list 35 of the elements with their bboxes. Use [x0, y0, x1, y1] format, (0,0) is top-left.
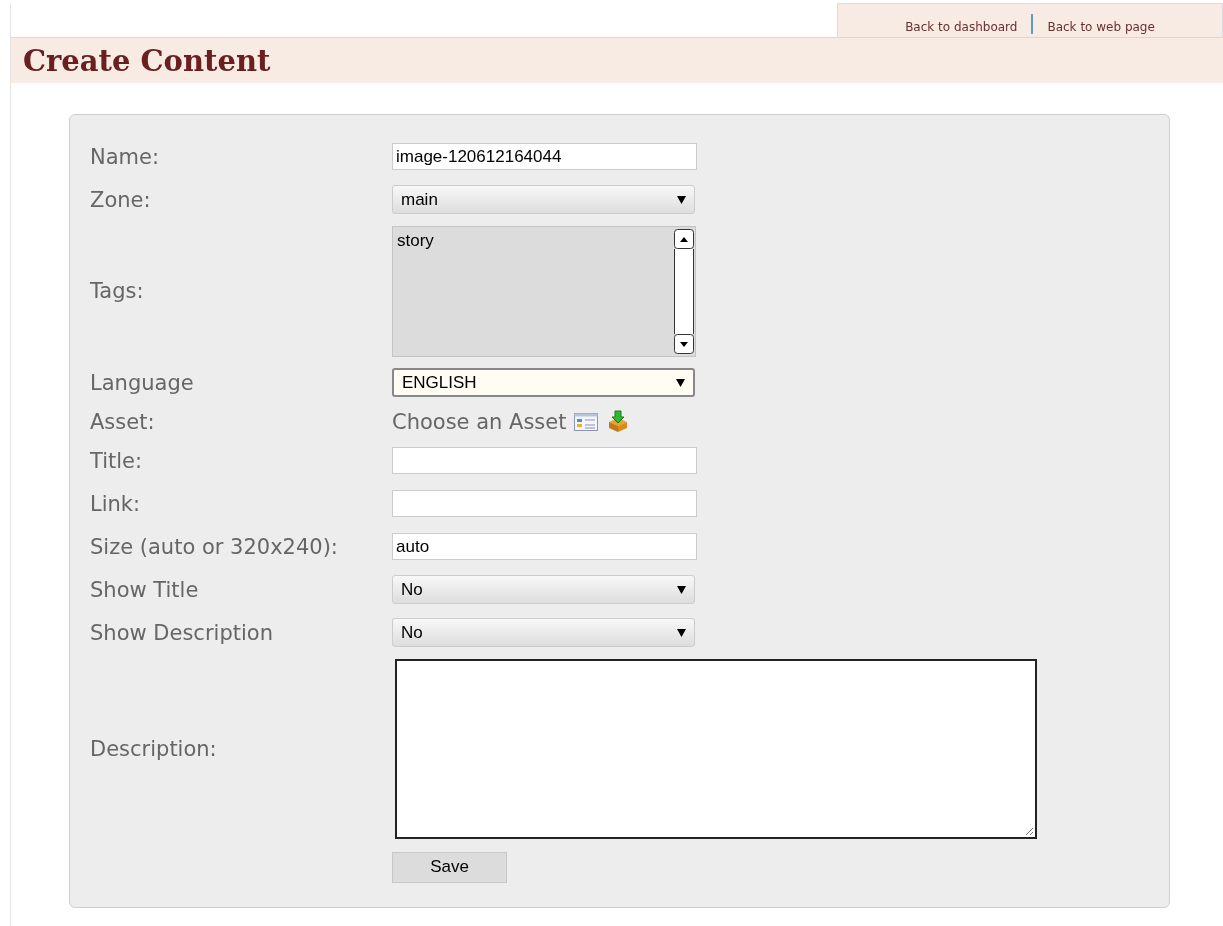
page-title: Create Content [23, 43, 271, 78]
scroll-up-icon[interactable] [674, 228, 694, 249]
field-label: Show Description [90, 620, 274, 645]
caret-icon [677, 195, 686, 204]
save-button[interactable]: Save [392, 851, 507, 883]
scroll-down-icon[interactable] [674, 333, 694, 354]
list-view-icon[interactable] [574, 412, 599, 431]
nav-link[interactable]: Back to dashboard [905, 20, 1018, 34]
field-label: Description: [90, 737, 218, 761]
caret-icon [676, 378, 685, 387]
dropdown[interactable]: main [392, 185, 695, 214]
tags-listbox[interactable]: story [392, 225, 696, 357]
field-label: Zone: [90, 187, 152, 212]
resize-grip-icon[interactable] [1024, 826, 1034, 836]
field-label: Language [90, 370, 195, 395]
caret-icon [677, 628, 686, 637]
field-label: Asset: [90, 409, 156, 434]
field-label: Link: [90, 491, 142, 516]
text-field[interactable]: auto [392, 533, 697, 560]
field-label: Tags: [90, 279, 145, 303]
caret-icon [677, 585, 686, 594]
field-label: Show Title [90, 577, 200, 602]
dropdown[interactable]: ENGLISH [392, 368, 695, 397]
field-label: Title: [90, 448, 144, 473]
description-textarea[interactable] [395, 659, 1037, 839]
asset-prompt: Choose an Asset [392, 409, 567, 434]
list-option[interactable]: story [397, 230, 434, 250]
field-label: Size (auto or 320x240): [90, 534, 339, 559]
field-label: Name: [90, 144, 161, 169]
dropdown[interactable]: No [392, 575, 695, 604]
nav-link[interactable]: Back to web page [1047, 20, 1155, 34]
dropdown[interactable]: No [392, 618, 695, 647]
text-field[interactable] [392, 447, 697, 474]
text-field[interactable] [392, 490, 697, 517]
text-field[interactable]: image-120612164044 [392, 143, 697, 170]
